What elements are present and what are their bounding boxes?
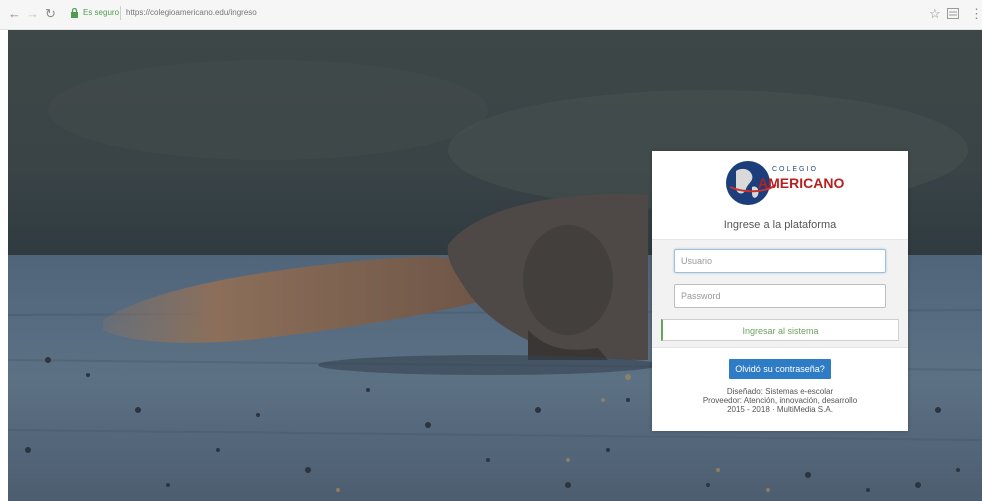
star-icon[interactable]: ☆ [929,6,941,22]
url-separator [120,6,121,20]
login-button[interactable]: Ingresar al sistema [661,319,899,341]
reload-icon[interactable]: ↻ [45,6,56,22]
forgot-password-button[interactable]: Olvidó su contraseña? [729,359,831,379]
back-icon[interactable]: ← [8,6,21,22]
school-logo: COLEGIO AMERICANO [724,157,844,209]
login-title: Ingrese a la plataforma [723,219,837,231]
kebab-menu-icon[interactable]: ⋮ [970,6,982,22]
secure-label: Es seguro [83,8,120,17]
footer-credit-line1: Diseñado: Sistemas e-escolar [726,387,834,396]
browser-toolbar: ← → ↻ Es seguro https://colegioamericano… [0,0,982,30]
lock-icon [71,8,78,18]
forward-icon[interactable]: → [26,6,39,22]
footer-credit-line2: Proveedor: Atención, innovación, desarro… [702,396,858,405]
extension-icon[interactable] [947,8,959,19]
address-bar[interactable]: https://colegioamericano.edu/ingreso [126,8,257,17]
logo-text-top: COLEGIO [772,166,818,173]
username-input[interactable] [674,249,886,273]
login-card: COLEGIO AMERICANO Ingrese a la plataform… [652,151,908,431]
logo-text-main: AMERICANO [758,175,845,191]
password-input[interactable] [674,284,886,308]
footer-credit-line3: 2015 - 2018 · MultiMedia S.A. [727,405,833,414]
